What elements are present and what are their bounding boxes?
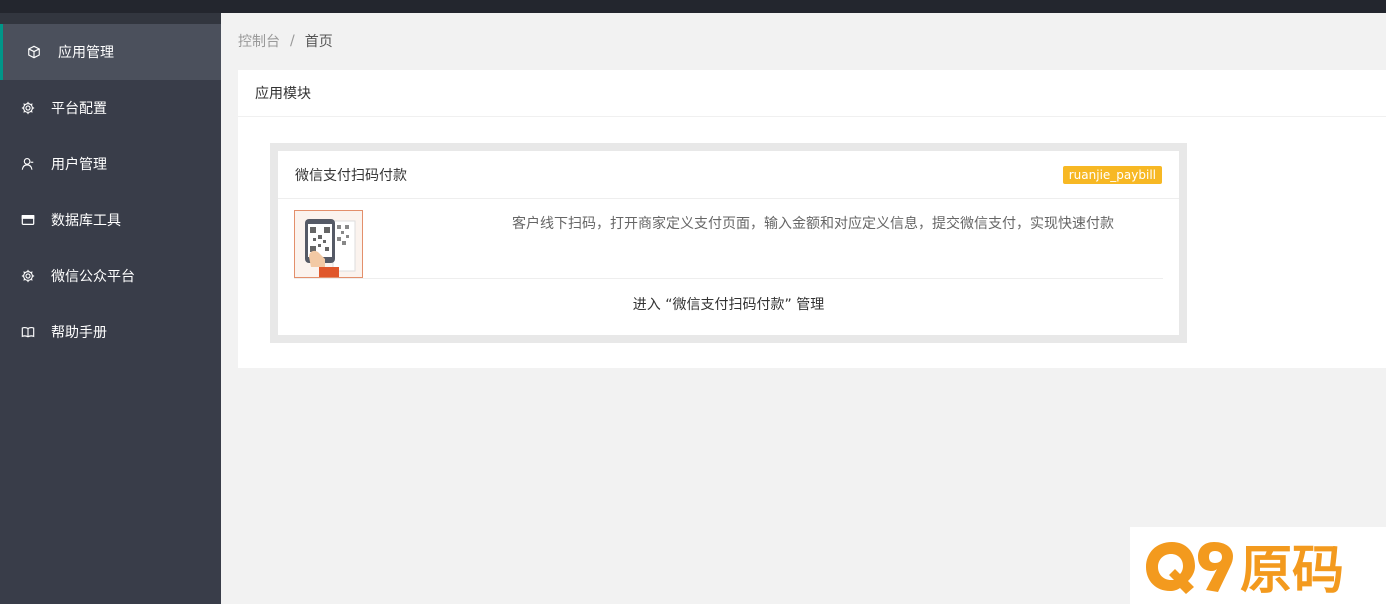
q9-logo: 原码 bbox=[1146, 541, 1344, 598]
sidebar-nav: 应用管理 平台配置 用户管理 数据库工具 微信公众平台 帮助手册 bbox=[0, 24, 221, 360]
main-content: 控制台 / 首页 应用模块 微信支付扫码付款 ruanjie_paybill 客… bbox=[221, 13, 1386, 604]
module-code-badge: ruanjie_paybill bbox=[1062, 165, 1162, 184]
book-icon bbox=[19, 323, 37, 341]
app-modules-card: 应用模块 微信支付扫码付款 ruanjie_paybill 客户线下扫码，打开商… bbox=[238, 70, 1386, 368]
user-icon bbox=[19, 155, 37, 173]
sidebar-item-label: 平台配置 bbox=[51, 101, 107, 117]
window-icon bbox=[19, 211, 37, 229]
breadcrumb-root[interactable]: 控制台 bbox=[238, 31, 280, 51]
watermark-logo: 原码 bbox=[1130, 527, 1386, 604]
sidebar-item-label: 微信公众平台 bbox=[51, 269, 135, 285]
sidebar-item-app-management[interactable]: 应用管理 bbox=[0, 24, 221, 80]
sidebar-top-strip bbox=[0, 13, 221, 24]
sidebar-item-label: 帮助手册 bbox=[51, 325, 107, 341]
module-title: 微信支付扫码付款 bbox=[295, 167, 407, 184]
sidebar-item-label: 应用管理 bbox=[58, 45, 114, 61]
module-divider bbox=[294, 278, 1163, 279]
cube-icon bbox=[25, 43, 43, 61]
module-item: 微信支付扫码付款 ruanjie_paybill 客户线下扫码，打开商家定义支付… bbox=[278, 151, 1179, 335]
sidebar-item-user-management[interactable]: 用户管理 bbox=[0, 136, 221, 192]
sidebar-item-label: 数据库工具 bbox=[51, 213, 121, 229]
module-thumbnail bbox=[294, 210, 363, 278]
top-header-bar bbox=[0, 0, 1386, 13]
breadcrumb: 控制台 / 首页 bbox=[238, 30, 333, 52]
card-header: 应用模块 bbox=[238, 70, 1386, 117]
module-header: 微信支付扫码付款 ruanjie_paybill bbox=[278, 151, 1179, 199]
watermark-text: 原码 bbox=[1240, 542, 1344, 598]
breadcrumb-current: 首页 bbox=[304, 34, 333, 50]
sidebar-item-help-manual[interactable]: 帮助手册 bbox=[0, 304, 221, 360]
module-item-wrapper: 微信支付扫码付款 ruanjie_paybill 客户线下扫码，打开商家定义支付… bbox=[270, 143, 1187, 343]
sidebar-item-label: 用户管理 bbox=[51, 157, 107, 173]
card-title: 应用模块 bbox=[255, 86, 311, 102]
sidebar-item-wechat-platform[interactable]: 微信公众平台 bbox=[0, 248, 221, 304]
gear-icon bbox=[19, 267, 37, 285]
module-description: 客户线下扫码，打开商家定义支付页面，输入金额和对应定义信息，提交微信支付，实现快… bbox=[512, 216, 1114, 232]
gear-icon bbox=[19, 99, 37, 117]
qr-scan-icon bbox=[295, 211, 362, 277]
breadcrumb-separator: / bbox=[290, 33, 295, 49]
sidebar-item-platform-config[interactable]: 平台配置 bbox=[0, 80, 221, 136]
enter-module-link[interactable]: 进入 “微信支付扫码付款” 管理 bbox=[278, 281, 1179, 326]
sidebar: 应用管理 平台配置 用户管理 数据库工具 微信公众平台 帮助手册 bbox=[0, 13, 221, 604]
sidebar-item-database-tools[interactable]: 数据库工具 bbox=[0, 192, 221, 248]
